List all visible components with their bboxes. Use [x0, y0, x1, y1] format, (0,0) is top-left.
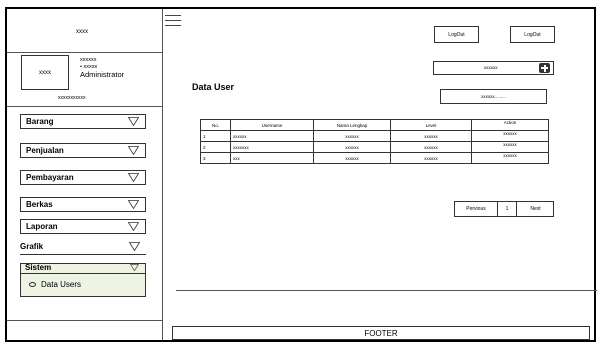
- footer: FOOTER: [172, 326, 590, 340]
- cell-action[interactable]: xxxxxx: [471, 141, 549, 153]
- add-user-field[interactable]: xxxxxx: [433, 61, 554, 75]
- sidebar-item-barang[interactable]: Barang: [20, 114, 146, 129]
- add-button[interactable]: [539, 63, 550, 73]
- page-title: Data User: [192, 82, 235, 92]
- table-row[interactable]: 2 xxxxxxx xxxxxx xxxxxx xxxxxx: [200, 141, 549, 153]
- column-header-nama-lengkap: Nama Lengkap: [313, 119, 391, 131]
- cell-username: xxxxxx: [230, 130, 314, 142]
- sidebar-item-grafik[interactable]: Grafik: [20, 240, 146, 255]
- pagination: Pervious 1 Next: [454, 201, 554, 217]
- cell-nama-lengkap: xxxxxx: [313, 152, 391, 164]
- profile-separator: [7, 106, 162, 107]
- column-header-action: Action: [471, 119, 549, 131]
- content-separator: [176, 290, 597, 291]
- profile-footer: xxxxxxxxxxx: [58, 95, 86, 101]
- sidebar-item-label: Sistem: [25, 263, 52, 272]
- column-header-level: Level: [390, 119, 472, 131]
- cell-nama-lengkap: xxxxxx: [313, 130, 391, 142]
- chevron-down-icon: [128, 200, 139, 209]
- submenu-label: Data Users: [41, 280, 82, 289]
- search-input[interactable]: xxxxxx.........: [440, 89, 547, 104]
- next-button[interactable]: Next: [517, 202, 554, 217]
- cell-username: xxxxxxx: [230, 141, 314, 153]
- column-header-no: No.: [200, 119, 231, 131]
- cell-no: 2: [200, 141, 231, 153]
- sidebar-item-label: Berkas: [26, 200, 53, 209]
- cell-action[interactable]: xxxxxx: [471, 130, 549, 142]
- cell-level: xxxxxx: [390, 141, 472, 153]
- avatar: xxxx: [21, 55, 69, 90]
- sidebar-item-label: Barang: [26, 117, 54, 126]
- sidebar-item-label: Penjualan: [26, 146, 64, 155]
- logo-separator: [7, 52, 162, 53]
- table-row[interactable]: 1 xxxxxx xxxxxx xxxxxx xxxxxx: [200, 130, 549, 142]
- chevron-down-icon: [128, 117, 139, 126]
- cell-nama-lengkap: xxxxxx: [313, 141, 391, 153]
- chevron-down-icon: [128, 146, 139, 155]
- table-header-row: No. Username Nama Lengkap Level Action: [200, 119, 549, 131]
- cell-no: 1: [200, 130, 231, 142]
- chevron-down-icon: [128, 173, 139, 182]
- profile-name: xxxxxx: [80, 57, 97, 63]
- sidebar-bottom-separator: [7, 320, 162, 321]
- chevron-down-icon: [129, 242, 140, 251]
- cell-level: xxxxxx: [390, 130, 472, 142]
- page-number-button[interactable]: 1: [498, 202, 517, 217]
- radio-icon: [29, 282, 36, 288]
- sidebar-item-sistem[interactable]: Sistem: [20, 263, 146, 274]
- chevron-down-icon: [130, 264, 139, 271]
- logout-button-2[interactable]: LogOut: [510, 26, 555, 43]
- cell-username: xxx: [230, 152, 314, 164]
- sidebar-item-pembayaran[interactable]: Pembayaran: [20, 170, 146, 185]
- profile-role: Administrator: [80, 70, 125, 79]
- previous-button[interactable]: Pervious: [455, 202, 498, 217]
- cell-level: xxxxxx: [390, 152, 472, 164]
- users-table: No. Username Nama Lengkap Level Action 1…: [200, 119, 549, 164]
- sidebar-item-label: Grafik: [20, 242, 44, 251]
- column-header-username: Username: [230, 119, 314, 131]
- sidebar-item-label: Laporan: [26, 222, 58, 231]
- logout-button[interactable]: LogOut: [434, 26, 479, 43]
- table-row[interactable]: 3 xxx xxxxxx xxxxxx xxxxxx: [200, 152, 549, 164]
- sidebar-item-berkas[interactable]: Berkas: [20, 197, 146, 212]
- cell-no: 3: [200, 152, 231, 164]
- cell-action[interactable]: xxxxxx: [471, 152, 549, 164]
- sidebar-logo: xxxx: [76, 29, 88, 35]
- chevron-down-icon: [128, 222, 139, 231]
- sidebar-divider: [162, 9, 163, 340]
- sidebar-item-laporan[interactable]: Laporan: [20, 219, 146, 234]
- sidebar-item-label: Pembayaran: [26, 173, 74, 182]
- hamburger-menu-icon[interactable]: [165, 13, 181, 29]
- add-field-text: xxxxxx: [484, 65, 498, 70]
- sidebar-item-penjualan[interactable]: Penjualan: [20, 143, 146, 158]
- submenu-item-data-users[interactable]: Data Users: [29, 280, 81, 289]
